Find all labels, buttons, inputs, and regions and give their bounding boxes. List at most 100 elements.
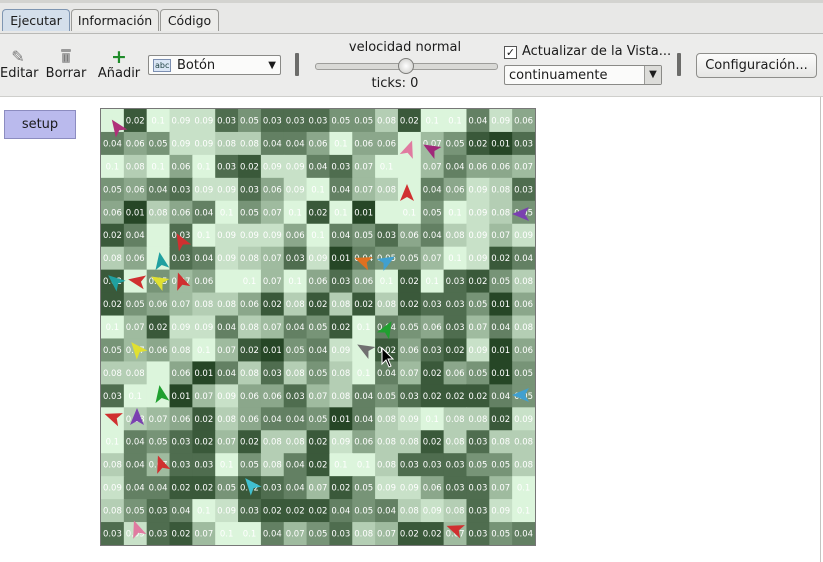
patch-label: 0.02 xyxy=(354,300,373,310)
patch xyxy=(215,269,239,294)
tab-informacion[interactable]: Información xyxy=(71,9,159,31)
patch-label: 0.04 xyxy=(217,369,236,379)
patch xyxy=(397,154,422,179)
patch-label: 0.06 xyxy=(446,369,465,379)
patch-label: 0.1 xyxy=(151,162,165,172)
speed-slider[interactable] xyxy=(315,58,498,74)
patch-label: 0.04 xyxy=(286,484,305,494)
patch-label: 0.09 xyxy=(468,254,487,264)
edit-button[interactable]: ✎ Editar xyxy=(0,48,39,82)
patch-label: 0.03 xyxy=(240,185,259,195)
patch-label: 0.03 xyxy=(331,277,350,287)
patch-label: 0.08 xyxy=(217,300,236,310)
patch-label: 0.03 xyxy=(217,162,236,172)
patch-label: 0.06 xyxy=(377,139,396,149)
patch-label: 0.03 xyxy=(149,530,168,540)
patch-label: 0.07 xyxy=(263,254,282,264)
patch-label: 0.05 xyxy=(400,254,419,264)
update-mode-value: continuamente xyxy=(509,68,608,83)
patch-label: 0.08 xyxy=(331,300,350,310)
patch-label: 0.08 xyxy=(491,185,510,195)
update-view-label[interactable]: Actualizar de la Vista... xyxy=(522,44,671,59)
patch-label: 0.08 xyxy=(103,507,122,517)
patch-label: 0.1 xyxy=(311,231,325,241)
patch-label: 0.02 xyxy=(309,438,328,448)
world-grid: 0.02 0.1 0.09 0.09 0.03 0.05 0.03 0.03 0.03 0.05 0… xyxy=(101,109,535,545)
patch-label: 0.03 xyxy=(149,507,168,517)
patch-label: 0.06 xyxy=(400,346,419,356)
patch-label: 0.04 xyxy=(468,116,487,126)
patch-label: 0.02 xyxy=(149,323,168,333)
patch-label: 0.07 xyxy=(286,530,305,540)
patch-label: 0.01 xyxy=(126,208,145,218)
setup-button[interactable]: setup xyxy=(4,110,76,139)
speed-slider-thumb[interactable] xyxy=(397,58,414,74)
patch-label: 0.04 xyxy=(309,346,328,356)
widget-type-select[interactable]: abc Botón ▼ xyxy=(148,55,281,75)
settings-button[interactable]: Configuración... xyxy=(696,53,817,78)
patch-label: 0.04 xyxy=(263,530,282,540)
patch-label: 0.05 xyxy=(149,139,168,149)
patch-label: 0.02 xyxy=(468,277,487,287)
update-view-checkbox[interactable]: ✓ xyxy=(504,46,517,59)
patch-label: 0.09 xyxy=(468,231,487,241)
patch-label: 0.08 xyxy=(354,530,373,540)
panel-border xyxy=(820,97,821,562)
patch-label: 0.08 xyxy=(377,461,396,471)
patch-label: 0.04 xyxy=(377,507,396,517)
delete-button[interactable]: Borrar xyxy=(44,48,88,81)
patch-label: 0.04 xyxy=(126,231,145,241)
patch-label: 0.06 xyxy=(400,231,419,241)
patch-label: 0.04 xyxy=(126,461,145,471)
patch-label: 0.08 xyxy=(491,438,510,448)
patch-label: 0.04 xyxy=(331,231,350,241)
patch-label: 0.08 xyxy=(263,461,282,471)
patch-label: 0.05 xyxy=(491,530,510,540)
patch-label: 0.02 xyxy=(309,208,328,218)
update-mode-select[interactable]: continuamente ▼ xyxy=(504,65,662,85)
patch-label: 0.01 xyxy=(171,392,190,402)
patch-label: 0.03 xyxy=(194,461,213,471)
world-view[interactable]: 0.02 0.1 0.09 0.09 0.03 0.05 0.03 0.03 0.03 0.05 0… xyxy=(100,108,536,546)
patch-label: 0.1 xyxy=(448,208,462,218)
patch-label: 0.04 xyxy=(377,369,396,379)
patch-label: 0.06 xyxy=(309,139,328,149)
patch-label: 0.03 xyxy=(446,461,465,471)
patch-label: 0.1 xyxy=(357,323,371,333)
patch-label: 0.03 xyxy=(423,461,442,471)
patch-label: 0.09 xyxy=(468,185,487,195)
patch-label: 0.1 xyxy=(197,507,211,517)
patch-label: 0.02 xyxy=(171,530,190,540)
patch-label: 0.09 xyxy=(194,185,213,195)
tab-codigo[interactable]: Código xyxy=(160,9,219,31)
tab-ejecutar[interactable]: Ejecutar xyxy=(2,9,70,31)
patch-label: 0.03 xyxy=(423,346,442,356)
patch-label: 0.06 xyxy=(171,208,190,218)
patch-label: 0.07 xyxy=(194,530,213,540)
patch-label: 0.04 xyxy=(286,323,305,333)
patch-label: 0.07 xyxy=(423,254,442,264)
patch-label: 0.1 xyxy=(334,461,348,471)
patch-label: 0.06 xyxy=(286,231,305,241)
patch-label: 0.08 xyxy=(240,254,259,264)
patch-label: 0.1 xyxy=(243,530,257,540)
patch-label: 0.04 xyxy=(149,185,168,195)
patch-label: 0.03 xyxy=(514,185,533,195)
patch-label: 0.03 xyxy=(217,116,236,126)
patch-label: 0.08 xyxy=(240,139,259,149)
patch-label: 0.06 xyxy=(171,415,190,425)
patch-label: 0.08 xyxy=(446,507,465,517)
patch-label: 0.08 xyxy=(514,277,533,287)
patch-label: 0.1 xyxy=(448,116,462,126)
patch-label: 0.09 xyxy=(194,323,213,333)
add-button[interactable]: + Añadir xyxy=(96,48,142,82)
patch-label: 0.02 xyxy=(309,507,328,517)
mouse-cursor-icon xyxy=(381,347,395,368)
patch-label: 0.03 xyxy=(446,300,465,310)
widget-type-value: Botón xyxy=(177,58,216,73)
patch-label: 0.09 xyxy=(400,415,419,425)
patch-label: 0.09 xyxy=(240,231,259,241)
patch-label: 0.03 xyxy=(514,139,533,149)
patch-label: 0.03 xyxy=(103,530,122,540)
patch-label: 0.04 xyxy=(171,507,190,517)
